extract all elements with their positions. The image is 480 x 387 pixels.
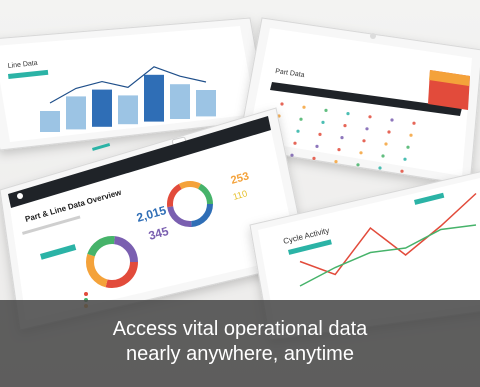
table-cell — [368, 115, 372, 119]
bar — [118, 95, 138, 125]
table-cell — [400, 169, 404, 173]
table-cell — [324, 108, 328, 112]
table-cell — [315, 144, 319, 148]
table-cell — [293, 141, 297, 145]
table-cell — [337, 148, 341, 152]
table-cell — [359, 151, 363, 155]
table-cell — [412, 121, 416, 125]
table-cell — [365, 127, 369, 131]
bar — [144, 74, 164, 122]
table-cell — [378, 166, 382, 170]
table-cell — [290, 153, 294, 157]
table-cell — [334, 160, 338, 164]
table-cell — [340, 136, 344, 140]
bar — [40, 111, 60, 132]
table-cell — [406, 145, 410, 149]
bar — [92, 89, 112, 127]
table-cell — [390, 118, 394, 122]
table-cell — [384, 142, 388, 146]
table-cell — [312, 156, 316, 160]
table-cell — [346, 112, 350, 116]
table-cell — [409, 133, 413, 137]
table-cell — [299, 117, 303, 121]
table-cell — [318, 132, 322, 136]
caption-line-1: Access vital operational data — [112, 318, 368, 340]
table-cell — [356, 163, 360, 167]
brand-logo-icon — [17, 193, 23, 199]
caption: Access vital operational data nearly any… — [0, 317, 480, 367]
marketing-image: Line Data Part Data Part & Line Data Ove… — [0, 0, 480, 387]
active-nav-tab — [92, 143, 111, 151]
table-cell — [302, 105, 306, 109]
table-cell — [387, 130, 391, 134]
caption-line-2: nearly anywhere, anytime — [126, 343, 354, 365]
table-cell — [280, 102, 284, 106]
bar — [196, 90, 216, 117]
table-cell — [321, 120, 325, 124]
bar — [170, 84, 190, 119]
bar — [66, 96, 86, 130]
home-button-icon — [370, 33, 376, 39]
table-cell — [362, 139, 366, 143]
table-cell — [381, 154, 385, 158]
table-cell — [296, 129, 300, 133]
table-cell — [343, 124, 347, 128]
table-cell — [403, 157, 407, 161]
